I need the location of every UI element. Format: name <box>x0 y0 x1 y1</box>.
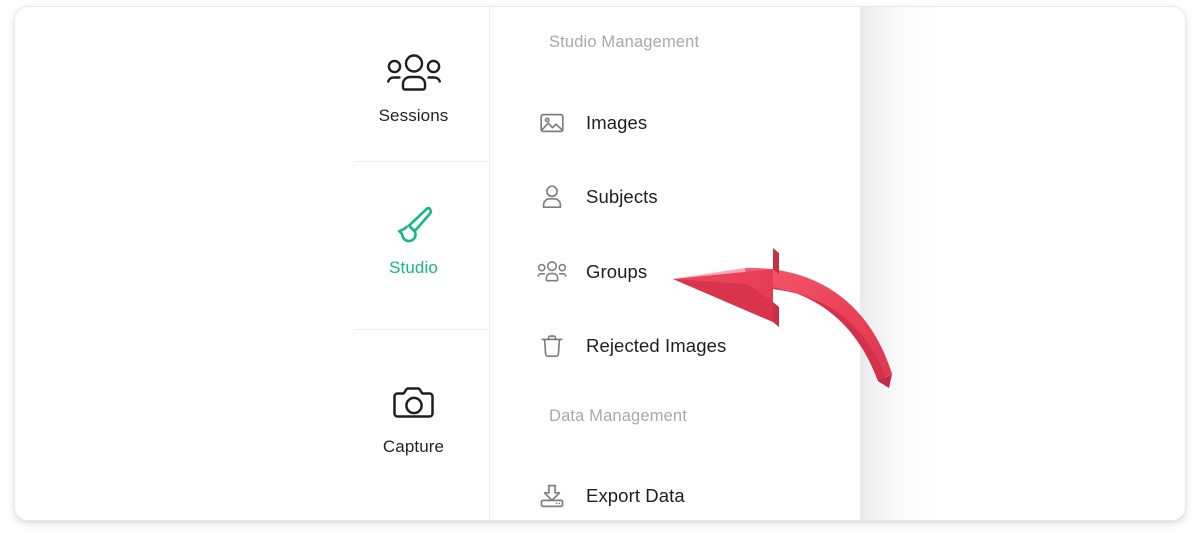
person-icon <box>537 182 567 212</box>
menu-item-subjects-label: Subjects <box>586 186 658 207</box>
menu-item-subjects[interactable]: Subjects <box>537 176 847 218</box>
camera-icon <box>391 382 437 428</box>
section-header-data-management: Data Management <box>549 407 687 425</box>
primary-icon-rail: Sessions Studio Capture <box>15 7 490 520</box>
panel-edge-shadow <box>860 7 942 520</box>
section-header-studio-management: Studio Management <box>549 33 700 51</box>
menu-item-rejected-images-label: Rejected Images <box>586 335 727 356</box>
rail-divider-1 <box>354 161 490 162</box>
menu-item-groups-label: Groups <box>586 261 648 282</box>
rail-item-studio[interactable]: Studio <box>337 173 490 308</box>
menu-item-images-label: Images <box>586 112 648 133</box>
menu-item-groups[interactable]: Groups <box>537 251 847 293</box>
secondary-menu-panel: Studio Management Images Subjects Groups… <box>491 7 860 520</box>
people-group-icon <box>386 51 442 97</box>
rail-item-studio-label: Studio <box>389 258 438 277</box>
rail-item-sessions-label: Sessions <box>378 106 449 125</box>
menu-item-images[interactable]: Images <box>537 102 847 144</box>
main-content-area <box>860 7 1185 520</box>
rail-divider-2 <box>354 329 490 330</box>
app-window-card: Sessions Studio Capture Studio Managemen… <box>14 6 1186 521</box>
image-icon <box>537 108 567 138</box>
trash-icon <box>537 331 567 361</box>
people-group-icon <box>537 257 567 287</box>
paintbrush-icon <box>391 203 437 249</box>
rail-item-sessions[interactable]: Sessions <box>337 21 490 156</box>
download-tray-icon <box>537 481 567 511</box>
menu-item-export-data[interactable]: Export Data <box>537 475 847 517</box>
menu-item-export-data-label: Export Data <box>586 485 685 506</box>
rail-item-capture-label: Capture <box>382 437 445 456</box>
menu-item-rejected-images[interactable]: Rejected Images <box>537 325 847 367</box>
rail-item-capture[interactable]: Capture <box>337 352 490 487</box>
